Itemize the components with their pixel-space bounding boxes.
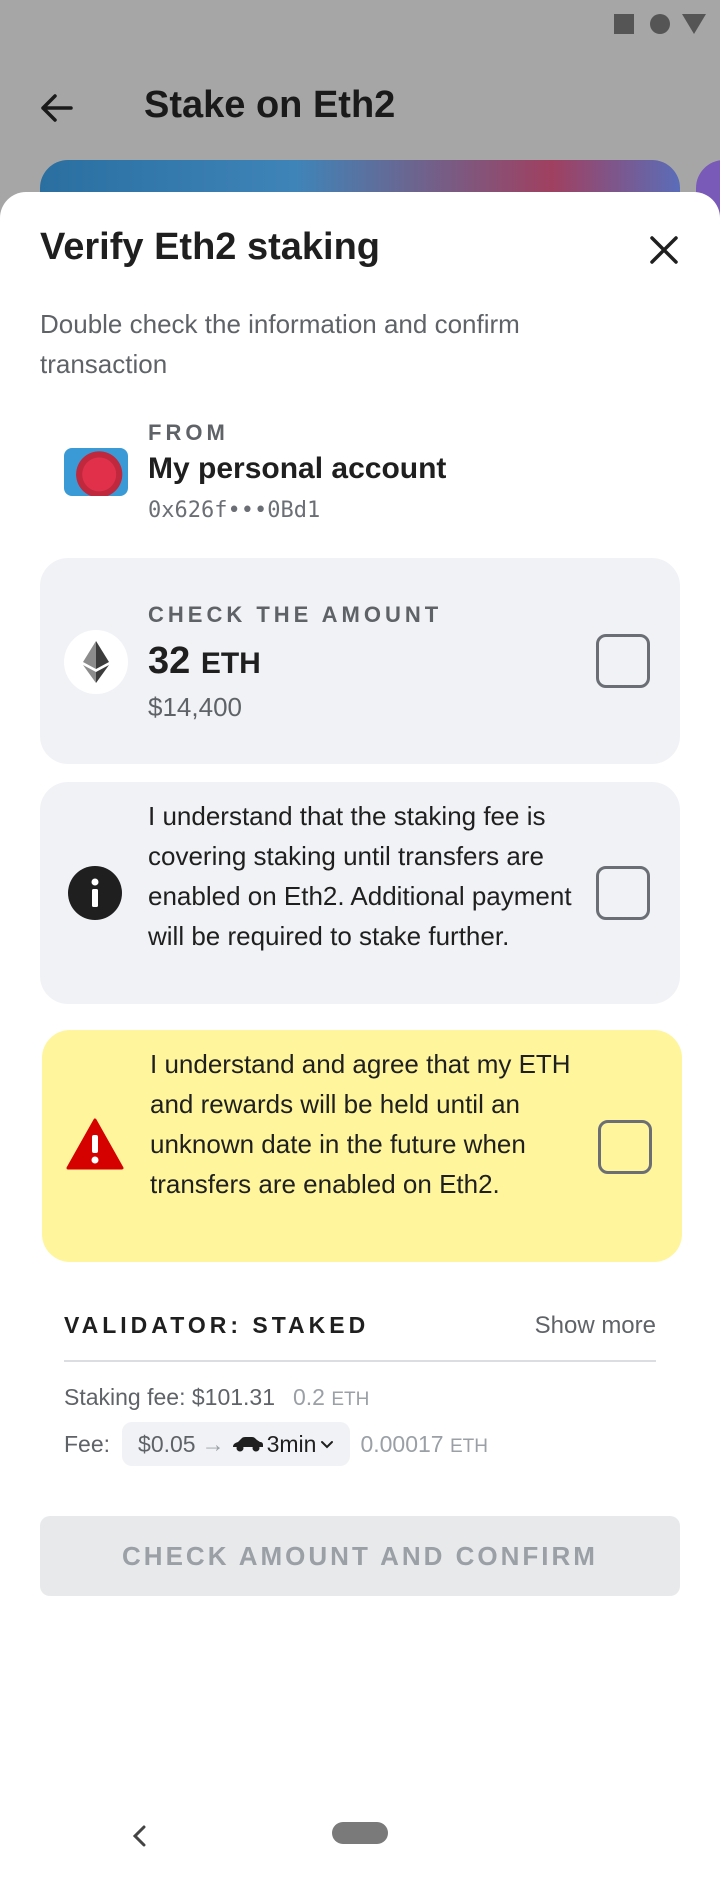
network-fee-eth-unit: ETH (449, 1435, 488, 1457)
amount-label: CHECK THE AMOUNT (148, 602, 443, 627)
amount-value: 32 ETH (148, 640, 261, 683)
account-name: My personal account (148, 452, 447, 485)
account-address: 0x626f•••0Bd1 (148, 498, 321, 523)
amount-unit: ETH (200, 647, 261, 680)
validator-row: VALIDATOR: STAKED Show more (64, 1302, 656, 1362)
staking-fee-ack-checkbox[interactable] (596, 866, 650, 920)
back-button[interactable] (30, 82, 82, 134)
staking-fee-eth-unit: ETH (331, 1389, 370, 1410)
info-icon (68, 866, 122, 920)
staking-fee-eth: 0.2 ETH (293, 1384, 369, 1411)
lockup-ack-checkbox[interactable] (598, 1120, 652, 1174)
amount-checkbox[interactable] (596, 634, 650, 688)
arrow-right-icon: → (201, 1430, 225, 1457)
from-account: FROM My personal account 0x626f•••0Bd1 (40, 416, 680, 536)
car-icon (232, 1437, 263, 1452)
from-label: FROM (148, 420, 229, 445)
ethereum-icon (64, 630, 128, 694)
lockup-ack-card[interactable]: I understand and agree that my ETH and r… (42, 1030, 682, 1262)
network-fee-eth: 0.00017 ETH (360, 1431, 488, 1458)
fee-label: Fee: (64, 1430, 111, 1457)
staking-fee-eth-value: 0.2 (293, 1384, 325, 1410)
fee-speed-time: 3min (266, 1430, 317, 1457)
close-button[interactable] (638, 224, 690, 276)
wifi-triangle-icon (682, 14, 706, 34)
lockup-ack-text: I understand and agree that my ETH and r… (150, 1049, 571, 1199)
staking-fee-ack-text: I understand that the staking fee is cov… (148, 801, 572, 951)
staking-fee-label: Staking fee: $101.31 (64, 1384, 275, 1410)
stop-icon (614, 14, 634, 34)
page-title: Stake on Eth2 (144, 84, 396, 126)
staking-fee-ack-card[interactable]: I understand that the staking fee is cov… (40, 782, 680, 1004)
system-nav-bar (0, 1796, 720, 1880)
fee-speed-selector[interactable]: $0.05 → 3min (122, 1422, 351, 1466)
fee-fiat: $0.05 (138, 1430, 196, 1457)
chevron-left-icon (132, 1825, 146, 1847)
app-bar: Stake on Eth2 (0, 60, 720, 150)
staking-fee-row: Staking fee: $101.31 0.2 ETH (64, 1384, 369, 1411)
network-fee-row: Fee: $0.05 → 3min 0.00017 ETH (64, 1422, 488, 1466)
sheet-title: Verify Eth2 staking (40, 226, 381, 268)
validator-label: VALIDATOR: STAKED (64, 1312, 370, 1338)
nav-back-button[interactable] (124, 1816, 154, 1856)
network-fee-eth-value: 0.00017 (360, 1430, 444, 1457)
close-icon (650, 236, 678, 264)
check-amount-card[interactable]: CHECK THE AMOUNT 32 ETH $14,400 (40, 558, 680, 764)
account-avatar (64, 448, 128, 496)
amount-number: 32 (148, 640, 191, 682)
arrow-left-icon (41, 94, 73, 122)
amount-fiat: $14,400 (148, 692, 242, 722)
verify-staking-sheet: Verify Eth2 staking Double check the inf… (0, 192, 720, 1880)
chevron-down-icon (321, 1441, 334, 1449)
warning-icon (66, 1118, 124, 1170)
signal-circle-icon (650, 14, 670, 34)
status-bar (0, 0, 720, 48)
sheet-subtitle: Double check the information and confirm… (40, 309, 520, 379)
confirm-button[interactable]: CHECK AMOUNT AND CONFIRM (40, 1516, 680, 1596)
show-more-link[interactable]: Show more (535, 1312, 656, 1340)
nav-home-pill[interactable] (332, 1822, 388, 1844)
